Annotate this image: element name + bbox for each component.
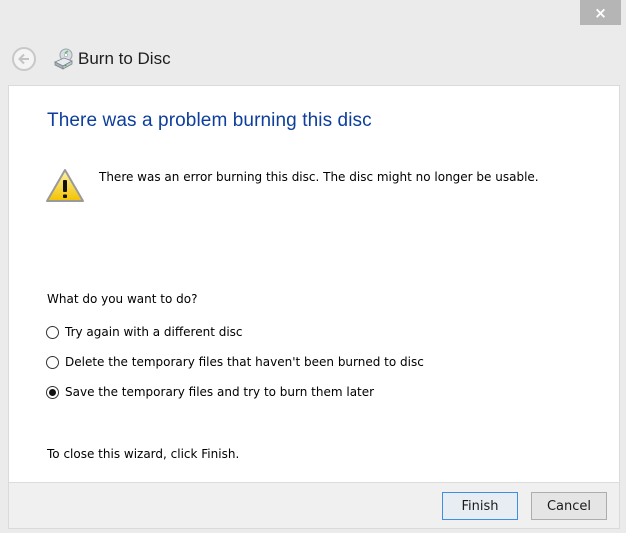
option-label: Delete the temporary files that haven't … <box>65 355 424 369</box>
back-button[interactable] <box>12 47 36 71</box>
close-hint-text: To close this wizard, click Finish. <box>47 447 240 461</box>
warning-triangle-icon <box>46 169 84 202</box>
content-panel: There was a problem burning this disc Th… <box>8 85 620 482</box>
radio-button-selected[interactable] <box>46 385 59 399</box>
burn-disc-drive-icon <box>54 48 73 70</box>
wizard-title: Burn to Disc <box>78 49 171 68</box>
page-title: There was a problem burning this disc <box>47 110 372 131</box>
question-label: What do you want to do? <box>47 292 198 306</box>
close-icon: × <box>594 3 607 22</box>
option-label: Save the temporary files and try to burn… <box>65 385 375 399</box>
cancel-button[interactable]: Cancel <box>531 492 607 520</box>
option-label: Try again with a different disc <box>65 325 243 339</box>
radio-button[interactable] <box>46 325 59 339</box>
radio-button[interactable] <box>46 355 59 369</box>
warning-message: There was an error burning this disc. Th… <box>99 170 539 184</box>
wizard-nav: Burn to Disc <box>12 45 171 73</box>
back-arrow-icon <box>18 53 29 65</box>
close-button[interactable]: × <box>580 0 621 25</box>
option-delete-temp-files[interactable]: Delete the temporary files that haven't … <box>46 355 424 369</box>
option-try-again[interactable]: Try again with a different disc <box>46 325 243 339</box>
option-save-temp-files[interactable]: Save the temporary files and try to burn… <box>46 385 374 399</box>
button-bar: Finish Cancel <box>8 482 620 529</box>
finish-button[interactable]: Finish <box>442 492 518 520</box>
